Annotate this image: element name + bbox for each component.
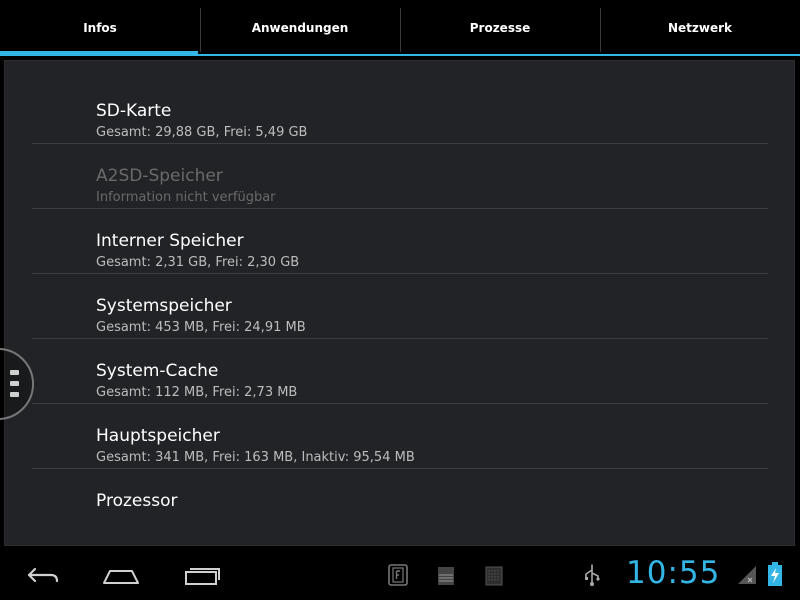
tab-bar: Infos Anwendungen Prozesse Netzwerk: [0, 0, 800, 56]
app-notification[interactable]: [384, 550, 412, 600]
sd-notification-icon: [485, 566, 503, 586]
usb-status[interactable]: [580, 550, 604, 600]
sd-notification[interactable]: [482, 550, 506, 600]
item-title: SD-Karte: [96, 101, 172, 121]
no-signal-icon: [738, 566, 756, 584]
item-subtitle: Information nicht verfügbar: [96, 190, 276, 205]
storage-notification-icon: [438, 567, 454, 585]
item-subtitle: Gesamt: 29,88 GB, Frei: 5,49 GB: [96, 125, 308, 140]
list-item-prozessor[interactable]: Prozessor: [32, 469, 768, 534]
list-item-sd-karte[interactable]: SD-Karte Gesamt: 29,88 GB, Frei: 5,49 GB: [32, 79, 768, 144]
signal-status[interactable]: [736, 562, 758, 590]
app-notification-icon: [388, 564, 408, 586]
tab-label: Prozesse: [469, 20, 531, 35]
tab-label: Netzwerk: [667, 20, 733, 35]
info-list: SD-Karte Gesamt: 29,88 GB, Frei: 5,49 GB…: [32, 79, 768, 534]
back-button[interactable]: [18, 550, 64, 600]
item-title: Systemspeicher: [96, 296, 232, 316]
battery-status[interactable]: [764, 560, 786, 592]
list-item-systemspeicher[interactable]: Systemspeicher Gesamt: 453 MB, Frei: 24,…: [32, 274, 768, 339]
home-icon: [103, 570, 139, 584]
item-title: Interner Speicher: [96, 231, 244, 251]
tab-anwendungen[interactable]: Anwendungen: [200, 0, 400, 56]
item-subtitle: Gesamt: 453 MB, Frei: 24,91 MB: [96, 320, 306, 335]
item-title: Hauptspeicher: [96, 426, 220, 446]
item-title: Prozessor: [96, 491, 178, 511]
battery-charging-icon: [768, 562, 782, 586]
home-button[interactable]: [98, 550, 144, 600]
list-item-hauptspeicher[interactable]: Hauptspeicher Gesamt: 341 MB, Frei: 163 …: [32, 404, 768, 469]
back-icon: [27, 567, 59, 583]
tab-label: Infos: [83, 20, 117, 35]
tab-prozesse[interactable]: Prozesse: [400, 0, 600, 56]
tab-bar-underline: [0, 54, 800, 56]
item-subtitle: Gesamt: 2,31 GB, Frei: 2,30 GB: [96, 255, 300, 270]
item-subtitle: Gesamt: 112 MB, Frei: 2,73 MB: [96, 385, 298, 400]
tab-label: Anwendungen: [251, 20, 349, 35]
handle-dot: [10, 392, 19, 397]
storage-notification[interactable]: [434, 550, 458, 600]
usb-icon: [585, 564, 600, 586]
item-subtitle: Gesamt: 341 MB, Frei: 163 MB, Inaktiv: 9…: [96, 450, 415, 465]
handle-dot: [10, 381, 19, 386]
tab-infos[interactable]: Infos: [0, 0, 200, 56]
list-item-interner-speicher[interactable]: Interner Speicher Gesamt: 2,31 GB, Frei:…: [32, 209, 768, 274]
list-item-a2sd-speicher: A2SD-Speicher Information nicht verfügba…: [32, 144, 768, 209]
item-title: A2SD-Speicher: [96, 166, 223, 186]
list-item-system-cache[interactable]: System-Cache Gesamt: 112 MB, Frei: 2,73 …: [32, 339, 768, 404]
recent-apps-icon: [185, 568, 220, 585]
handle-dot: [10, 370, 19, 375]
recent-apps-button[interactable]: [180, 550, 224, 600]
info-panel[interactable]: SD-Karte Gesamt: 29,88 GB, Frei: 5,49 GB…: [4, 60, 795, 546]
tab-netzwerk[interactable]: Netzwerk: [600, 0, 800, 56]
clock[interactable]: 10:55: [626, 555, 720, 591]
item-title: System-Cache: [96, 361, 219, 381]
